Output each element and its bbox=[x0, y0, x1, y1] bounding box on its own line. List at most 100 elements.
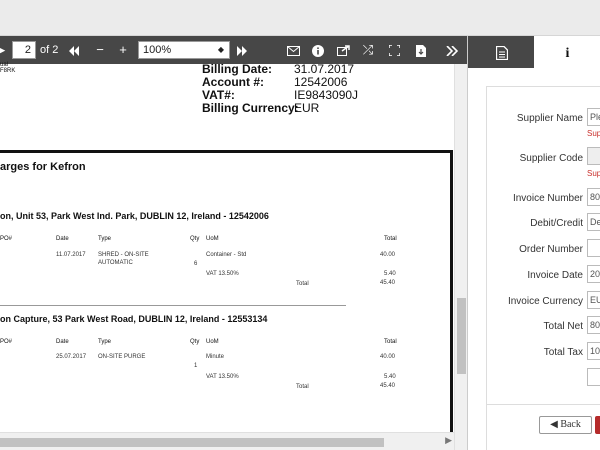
debit-credit-select[interactable]: De bbox=[587, 213, 600, 231]
vat-value: IE9843090J bbox=[294, 88, 359, 102]
delete-button[interactable] bbox=[595, 416, 600, 434]
form-footer: ◀ Back bbox=[486, 404, 600, 450]
invoice-form: Supplier Name Ple Sup Supplier Code Sup … bbox=[486, 86, 600, 408]
total-tax-input[interactable]: 10. bbox=[587, 342, 600, 360]
billing-currency-value: EUR bbox=[294, 101, 320, 115]
invoice-number-input[interactable]: 800 bbox=[587, 188, 600, 206]
col-po: PO# bbox=[0, 236, 13, 242]
invoice-date-label: Invoice Date bbox=[527, 270, 583, 281]
panel-spacer bbox=[468, 68, 600, 86]
billing-currency-label: Billing Currency: bbox=[202, 101, 299, 115]
row-date: 25.07.2017 bbox=[56, 354, 87, 360]
invoice-date-input[interactable]: 20 bbox=[587, 265, 600, 283]
supplier-name-input[interactable]: Ple bbox=[587, 108, 600, 126]
prev-page-icon[interactable]: ▸ bbox=[0, 36, 8, 64]
col-type: Type bbox=[98, 236, 112, 242]
pdf-viewer: ▸ 2 of 2 − + 100% ◆ ⤮ ual F8RK Billing D… bbox=[0, 36, 467, 450]
billing-date-label: Billing Date: bbox=[202, 62, 273, 76]
scrollbar-thumb[interactable] bbox=[457, 298, 466, 374]
vat-line-label: VAT 13.50% bbox=[206, 374, 239, 380]
scrollbar-thumb[interactable] bbox=[0, 438, 384, 447]
browser-top-bar bbox=[0, 0, 600, 36]
page-count-label: of 2 bbox=[40, 44, 59, 56]
scroll-right-icon[interactable]: ▶ bbox=[445, 435, 452, 446]
row-type: SHRED - ON-SITE bbox=[98, 252, 149, 258]
address-fragment: F8RK bbox=[0, 68, 16, 74]
site-title: on, Unit 53, Park West Ind. Park, DUBLIN… bbox=[0, 211, 269, 221]
share-icon[interactable] bbox=[333, 36, 353, 64]
invoice-number-label: Invoice Number bbox=[512, 193, 583, 204]
info-icon: i bbox=[565, 46, 570, 61]
col-uom: UoM bbox=[206, 236, 219, 242]
statement-title: arges for Kefron bbox=[0, 161, 86, 173]
total-net-label: Total Net bbox=[543, 321, 583, 332]
chevron-down-icon: ◆ bbox=[217, 45, 224, 54]
vat-line-label: VAT 13.50% bbox=[206, 271, 239, 277]
row-uom: Minute bbox=[206, 354, 225, 360]
row-type-2: AUTOMATIC bbox=[98, 260, 133, 266]
back-label: Back bbox=[560, 419, 581, 430]
metadata-panel: i Supplier Name Ple Sup Supplier Code Su… bbox=[467, 36, 600, 450]
supplier-code-input[interactable] bbox=[587, 147, 600, 165]
fullscreen-icon[interactable] bbox=[384, 36, 404, 64]
vat-line-amount: 5.40 bbox=[384, 374, 396, 380]
first-page-icon[interactable] bbox=[64, 36, 84, 64]
panel-tabs: i bbox=[468, 36, 600, 68]
invoice-currency-input[interactable]: EU bbox=[587, 291, 600, 309]
more-icon[interactable] bbox=[442, 36, 462, 64]
last-page-icon[interactable] bbox=[232, 36, 252, 64]
col-qty: Qty bbox=[190, 339, 200, 345]
row-type: ON-SITE PURGE bbox=[98, 354, 146, 360]
next-field-input[interactable] bbox=[587, 368, 600, 386]
download-icon[interactable] bbox=[411, 36, 431, 64]
row-uom: Container - Std bbox=[206, 252, 247, 258]
document-icon bbox=[495, 46, 508, 61]
zoom-out-icon[interactable]: − bbox=[90, 36, 110, 64]
vertical-scrollbar[interactable] bbox=[454, 64, 467, 450]
invoice-currency-label: Invoice Currency bbox=[507, 296, 583, 307]
total-amount: 45.40 bbox=[380, 280, 396, 286]
total-amount: 45.40 bbox=[380, 383, 396, 389]
zoom-in-icon[interactable]: + bbox=[113, 36, 133, 64]
order-number-label: Order Number bbox=[519, 244, 583, 255]
col-uom: UoM bbox=[206, 339, 219, 345]
site-title: on Capture, 53 Park West Road, DUBLIN 12… bbox=[0, 314, 268, 324]
pdf-toolbar: ▸ 2 of 2 − + 100% ◆ ⤮ bbox=[0, 36, 467, 64]
divider bbox=[0, 305, 346, 306]
back-arrow-icon: ◀ bbox=[550, 419, 558, 430]
statement-box bbox=[0, 150, 453, 440]
row-qty: 6 bbox=[194, 261, 198, 267]
account-label: Account #: bbox=[202, 75, 265, 89]
total-net-input[interactable]: 80. bbox=[587, 316, 600, 334]
horizontal-scrollbar[interactable]: ▶ bbox=[0, 432, 454, 450]
supplier-code-error: Sup bbox=[587, 169, 600, 178]
vat-label: VAT#: bbox=[202, 88, 235, 102]
row-date: 11.07.2017 bbox=[56, 252, 86, 258]
col-date: Date bbox=[56, 236, 69, 242]
col-po: PO# bbox=[0, 339, 13, 345]
col-type: Type bbox=[98, 339, 112, 345]
order-number-input[interactable] bbox=[587, 239, 600, 257]
tab-info[interactable]: i bbox=[534, 36, 600, 68]
vat-line-amount: 5.40 bbox=[384, 271, 396, 277]
total-label: Total bbox=[296, 281, 309, 287]
pdf-page: ual F8RK Billing Date: 31.07.2017 Accoun… bbox=[0, 62, 454, 450]
info-icon[interactable] bbox=[308, 36, 328, 64]
row-amount: 40.00 bbox=[380, 354, 396, 360]
email-icon[interactable] bbox=[283, 36, 303, 64]
supplier-name-label: Supplier Name bbox=[516, 113, 583, 124]
col-total: Total bbox=[384, 339, 397, 345]
total-label: Total bbox=[296, 384, 309, 390]
col-total: Total bbox=[384, 236, 397, 242]
page-number-input[interactable]: 2 bbox=[12, 41, 36, 59]
row-amount: 40.00 bbox=[380, 252, 396, 258]
zoom-value: 100% bbox=[143, 44, 172, 56]
billing-date-value: 31.07.2017 bbox=[294, 62, 355, 76]
tab-document[interactable] bbox=[468, 36, 535, 68]
back-button[interactable]: ◀ Back bbox=[539, 416, 592, 434]
supplier-name-error: Sup bbox=[587, 129, 600, 138]
account-value: 12542006 bbox=[294, 75, 348, 89]
zoom-select[interactable]: 100% ◆ bbox=[138, 41, 230, 59]
supplier-code-label: Supplier Code bbox=[519, 153, 583, 164]
shuffle-icon[interactable]: ⤮ bbox=[358, 36, 378, 64]
